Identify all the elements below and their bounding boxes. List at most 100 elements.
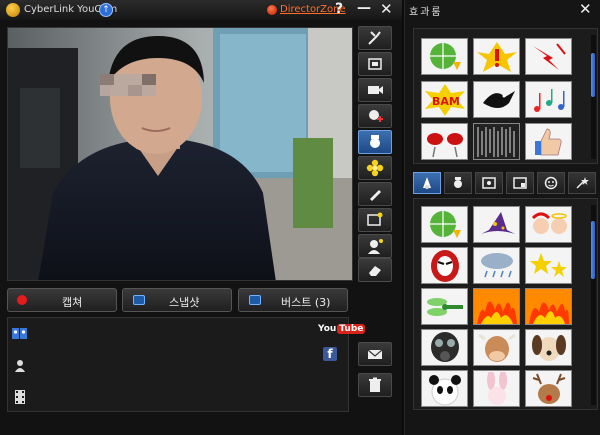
effect-thumb-cow[interactable] (473, 329, 520, 366)
face-tracking-icon (368, 239, 383, 254)
tab-frame[interactable] (475, 172, 503, 194)
minimize-button[interactable]: — (357, 0, 371, 16)
webcam-settings-button[interactable] (358, 78, 392, 102)
delete-button[interactable] (358, 373, 392, 397)
eraser-button[interactable] (358, 258, 392, 282)
scene-button[interactable] (358, 208, 392, 232)
effect-thumb-witch-hat[interactable] (473, 206, 520, 243)
recent-effects-scroll-thumb[interactable] (591, 53, 595, 97)
youcam-logo-icon (6, 3, 20, 17)
effect-thumb-reindeer[interactable] (525, 370, 572, 407)
globe-download-icon (429, 210, 461, 238)
fire-icon (476, 300, 517, 324)
draw-button[interactable] (358, 182, 392, 206)
witch-hat-icon (480, 211, 515, 234)
update-arrow-icon[interactable]: ↑ (99, 3, 113, 17)
tab-emotion[interactable] (537, 172, 565, 194)
effect-thumb-bam[interactable]: BAM (421, 81, 468, 118)
webcam-preview[interactable] (7, 27, 353, 281)
fullscreen-button[interactable] (358, 52, 392, 76)
effect-thumb-lightning[interactable] (525, 38, 572, 75)
title-bar: CyberLink YouCam ↑ DirectorZone ? — ✕ (0, 0, 402, 20)
capture-button[interactable]: 캡쳐 (7, 288, 117, 312)
rain-cloud-icon (480, 252, 513, 277)
tab-scene[interactable] (506, 172, 534, 194)
film-icon[interactable] (12, 390, 28, 404)
photo-icon[interactable] (12, 327, 28, 341)
webcam-icon (368, 86, 383, 94)
dragonfly-icon (426, 297, 463, 316)
effect-thumb-exclamation[interactable] (473, 38, 520, 75)
burst-camera-icon (249, 295, 261, 305)
effect-thumb-bird[interactable] (473, 81, 520, 118)
mail-icon (367, 349, 383, 359)
effect-thumb-fire-2[interactable] (525, 288, 572, 325)
email-button[interactable] (358, 342, 392, 366)
cow-icon (477, 333, 516, 362)
effect-thumb-fire[interactable] (473, 288, 520, 325)
static-lines-icon (477, 126, 514, 157)
eraser-icon (369, 266, 381, 276)
effect-thumb-download-globe-2[interactable] (421, 206, 468, 243)
snapshot-label: 스냅샷 (169, 296, 200, 309)
snapshot-button[interactable]: 스냅샷 (122, 288, 232, 312)
effect-thumb-music-notes[interactable] (525, 81, 572, 118)
youtube-tube-text: Tube (337, 324, 366, 334)
effect-thumb-download-globe[interactable] (421, 38, 468, 75)
dog-icon (531, 334, 566, 361)
media-library[interactable]: You Tube f (7, 317, 366, 412)
effect-thumb-thumbs-up[interactable] (525, 123, 572, 160)
effect-thumb-rabbit[interactable] (473, 370, 520, 407)
record-icon (17, 295, 27, 305)
effect-thumb-boxing[interactable] (421, 123, 468, 160)
facebook-upload-button[interactable]: f (323, 347, 337, 361)
avatar-icon[interactable] (12, 359, 28, 373)
effect-thumb-angel-devil[interactable] (525, 206, 572, 243)
effect-thumb-panda[interactable] (421, 370, 468, 407)
burst-label: 버스트 (3) (281, 296, 331, 309)
effects-close-button[interactable]: ✕ (579, 0, 592, 18)
tab-avatar[interactable] (444, 172, 472, 194)
tab-wizard[interactable] (413, 172, 441, 194)
close-button[interactable]: ✕ (380, 0, 393, 18)
music-notes-icon (533, 88, 564, 112)
stars-icon (529, 252, 567, 277)
angel-devil-icon (531, 212, 567, 234)
tab-particle[interactable] (568, 172, 596, 194)
emotion-icon (544, 176, 558, 190)
avatar-add-button[interactable] (358, 104, 392, 128)
effect-thumb-dog[interactable] (525, 329, 572, 366)
effects-button[interactable] (358, 130, 392, 154)
burst-button[interactable]: 버스트 (3) (238, 288, 348, 312)
bird-icon (482, 90, 515, 108)
boxing-gloves-icon (426, 132, 463, 157)
effect-category-tabs (413, 172, 598, 194)
thumbs-up-icon (534, 128, 562, 155)
magic-button[interactable] (358, 156, 392, 180)
webcam-frame-image (8, 28, 352, 280)
settings-button[interactable] (358, 26, 392, 50)
effect-thumb-rain-cloud[interactable] (473, 247, 520, 284)
youtube-upload-button[interactable]: You Tube (318, 324, 366, 334)
gas-mask-icon (430, 331, 459, 362)
youtube-you-text: You (318, 324, 337, 334)
settings-icon (368, 31, 381, 45)
effect-thumb-opera-mask[interactable] (421, 247, 468, 284)
face-tracking-button[interactable] (358, 234, 392, 258)
effects-room-window: 효과룸 ✕ BAM (404, 0, 600, 435)
effect-thumb-static[interactable] (473, 123, 520, 160)
effects-gallery-scroll-thumb[interactable] (591, 221, 595, 279)
particle-icon (576, 177, 589, 189)
camera-icon (133, 295, 145, 305)
trash-icon (369, 377, 381, 392)
effects-room-title: 효과룸 (409, 7, 443, 18)
fullscreen-icon (368, 58, 382, 70)
wizard-icon (423, 177, 431, 189)
effect-thumb-dragonfly[interactable] (421, 288, 468, 325)
effect-thumb-stars[interactable] (525, 247, 572, 284)
rabbit-icon (486, 371, 507, 405)
pen-icon (370, 190, 381, 201)
opera-mask-icon (430, 249, 459, 282)
help-button[interactable]: ? (335, 1, 343, 17)
effect-thumb-gas-mask[interactable] (421, 329, 468, 366)
